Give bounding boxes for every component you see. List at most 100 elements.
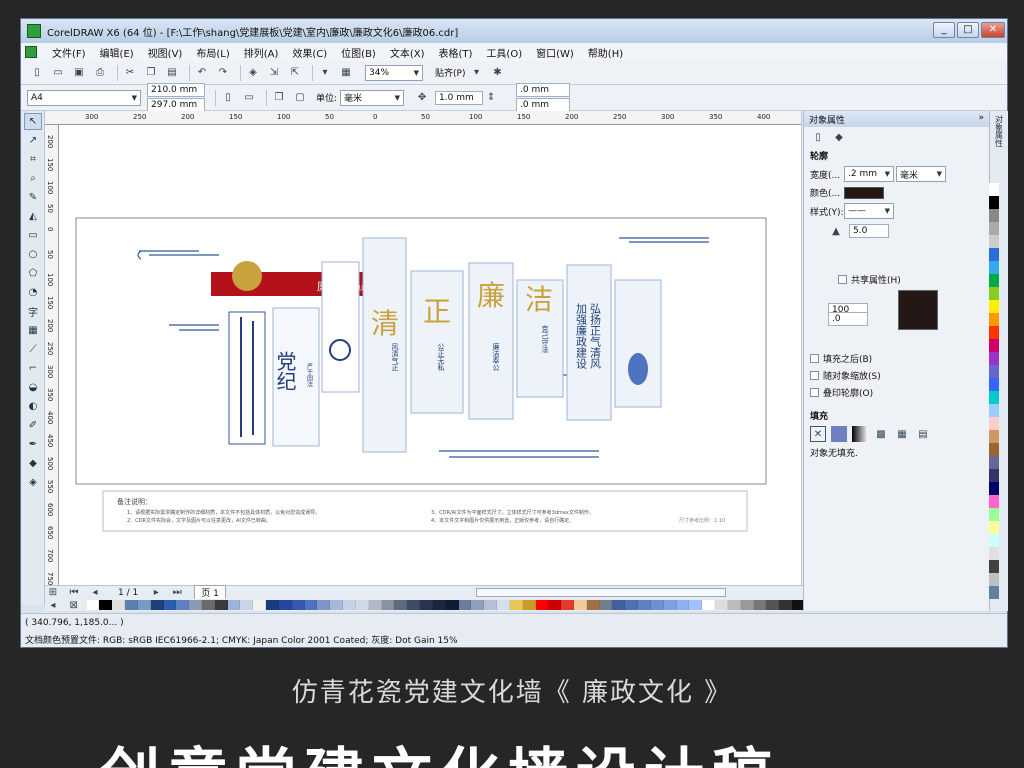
palette-swatch[interactable] <box>86 600 100 610</box>
palette-swatch[interactable] <box>343 600 356 610</box>
palette-swatch[interactable] <box>989 300 999 313</box>
maximize-button[interactable]: □ <box>957 22 979 38</box>
menu-arrange[interactable]: 排列(A) <box>237 45 286 60</box>
fill-mode-icon[interactable]: ◆ <box>831 129 847 145</box>
palette-swatch[interactable] <box>989 222 999 235</box>
polygon-tool-icon[interactable]: ⬠ <box>24 265 42 282</box>
smart-fill-icon[interactable]: ◭ <box>24 208 42 225</box>
menu-view[interactable]: 视图(V) <box>141 45 190 60</box>
menu-layout[interactable]: 布局(L) <box>189 45 236 60</box>
save-icon[interactable]: ▣ <box>71 65 87 81</box>
menu-tools[interactable]: 工具(O) <box>479 45 529 60</box>
palette-swatch[interactable] <box>266 600 279 610</box>
palette-swatch[interactable] <box>989 274 999 287</box>
no-fill-icon[interactable]: ✕ <box>810 426 826 442</box>
export-icon[interactable]: ⇱ <box>287 65 303 81</box>
outline-width-select[interactable]: .2 mm ▼ <box>844 166 894 182</box>
fill-behind-checkbox[interactable] <box>810 354 819 363</box>
color-profile-info[interactable]: 文档颜色预置文件: RGB: sRGB IEC61966-2.1; CMYK: … <box>25 633 458 646</box>
page-width-field[interactable]: 210.0 mm <box>147 83 205 97</box>
palette-swatch[interactable] <box>214 600 228 610</box>
palette-swatch[interactable] <box>638 600 651 610</box>
palette-swatch[interactable] <box>522 600 536 610</box>
search-content-icon[interactable]: ◈ <box>245 65 261 81</box>
palette-swatch[interactable] <box>989 443 999 456</box>
page-tab[interactable]: 页 1 <box>194 585 226 600</box>
palette-swatch[interactable] <box>989 534 999 547</box>
paste-icon[interactable]: ▤ <box>164 65 180 81</box>
palette-swatch[interactable] <box>240 600 254 610</box>
basic-shapes-icon[interactable]: ◔ <box>24 284 42 301</box>
copy-icon[interactable]: ❐ <box>143 65 159 81</box>
palette-swatch[interactable] <box>989 417 999 430</box>
outline-pen-icon[interactable]: ✒ <box>24 436 42 453</box>
palette-swatch[interactable] <box>407 600 421 610</box>
palette-swatch[interactable] <box>112 600 126 610</box>
duplicate-x-field[interactable]: .0 mm <box>516 83 571 97</box>
palette-swatch[interactable] <box>727 600 741 610</box>
shared-attr-checkbox[interactable] <box>838 275 847 284</box>
palette-swatch[interactable] <box>753 600 767 610</box>
nudge-field[interactable]: 1.0 mm <box>435 90 484 105</box>
palette-swatch[interactable] <box>989 339 999 352</box>
palette-swatch[interactable] <box>137 600 151 610</box>
pattern-fill-icon[interactable]: ▩ <box>873 426 889 442</box>
palette-swatch[interactable] <box>989 456 999 469</box>
blend-tool-icon[interactable]: ◒ <box>24 379 42 396</box>
outline-mode-icon[interactable]: ▯ <box>810 129 826 145</box>
palette-swatch[interactable] <box>291 600 305 610</box>
palette-swatch[interactable] <box>989 261 999 274</box>
palette-swatch[interactable] <box>625 600 639 610</box>
shape-tool-icon[interactable]: ↗ <box>24 132 42 149</box>
cut-icon[interactable]: ✂ <box>122 65 138 81</box>
palette-swatch[interactable] <box>989 378 999 391</box>
fill-section-header[interactable]: 填充 <box>804 407 989 424</box>
app-launcher-icon[interactable]: ▾ <box>317 65 333 81</box>
palette-swatch[interactable] <box>989 547 999 560</box>
palette-swatch[interactable] <box>509 600 523 610</box>
zoom-tool-icon[interactable]: ⌕ <box>24 170 42 187</box>
palette-swatch[interactable] <box>989 365 999 378</box>
menu-edit[interactable]: 编辑(E) <box>93 45 141 60</box>
palette-swatch[interactable] <box>278 600 292 610</box>
palette-swatch[interactable] <box>484 600 498 610</box>
fountain-fill-icon[interactable] <box>852 426 868 442</box>
palette-swatch[interactable] <box>201 600 215 610</box>
rectangle-tool-icon[interactable]: ▭ <box>24 227 42 244</box>
side-tab-object-properties[interactable]: 对象属性 <box>994 115 1005 147</box>
palette-swatch[interactable] <box>497 600 510 610</box>
palette-swatch[interactable] <box>355 600 369 610</box>
page-height-field[interactable]: 297.0 mm <box>147 98 205 112</box>
postscript-fill-icon[interactable]: ▤ <box>915 426 931 442</box>
pick-tool-icon[interactable]: ↖ <box>24 113 42 130</box>
palette-swatch[interactable] <box>740 600 754 610</box>
nudge-spinner-icon[interactable]: ⇕ <box>483 90 499 106</box>
palette-swatch[interactable] <box>989 248 999 261</box>
palette-swatch[interactable] <box>586 600 600 610</box>
duplicate-y-field[interactable]: .0 mm <box>516 98 571 112</box>
palette-swatch[interactable] <box>702 600 716 610</box>
palette-swatch[interactable] <box>989 430 999 443</box>
palette-scroll-left-icon[interactable]: ◂ <box>45 597 61 613</box>
menu-effects[interactable]: 效果(C) <box>285 45 334 60</box>
palette-swatch[interactable] <box>989 482 999 495</box>
outline-color-swatch[interactable] <box>844 186 884 199</box>
outline-style-select[interactable]: —— ▼ <box>844 203 894 219</box>
palette-swatch[interactable] <box>715 600 728 610</box>
palette-swatch[interactable] <box>689 600 703 610</box>
transparency-tool-icon[interactable]: ◐ <box>24 398 42 415</box>
crop-tool-icon[interactable]: ⌗ <box>24 151 42 168</box>
palette-swatch[interactable] <box>989 508 999 521</box>
palette-swatch[interactable] <box>125 600 138 610</box>
menu-help[interactable]: 帮助(H) <box>581 45 630 60</box>
palette-swatch[interactable] <box>779 600 793 610</box>
palette-swatch[interactable] <box>432 600 446 610</box>
page-size-select[interactable]: A4 ▼ <box>27 89 141 106</box>
palette-swatch[interactable] <box>176 600 190 610</box>
snap-dropdown-icon[interactable]: ▾ <box>468 65 484 81</box>
all-pages-icon[interactable]: ❐ <box>271 90 287 106</box>
outline-section-header[interactable]: 轮廓 <box>804 147 989 164</box>
palette-swatch[interactable] <box>989 313 999 326</box>
open-icon[interactable]: ▭ <box>50 65 66 81</box>
connector-tool-icon[interactable]: ⌐ <box>24 360 42 377</box>
